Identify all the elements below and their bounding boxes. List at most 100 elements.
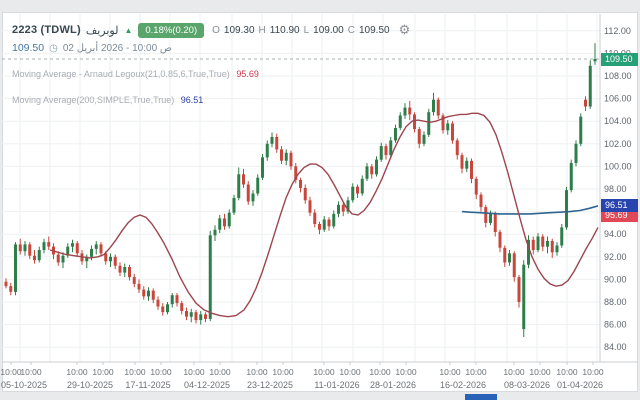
clock-icon: ◷	[49, 43, 58, 54]
date-label: 23-12-2025	[247, 380, 293, 390]
time-label: 10:00	[313, 367, 335, 377]
low-value: 109.00	[313, 25, 344, 36]
candle-body	[556, 246, 559, 253]
candle-body	[584, 100, 587, 107]
candle-body	[161, 307, 164, 313]
settings-gear-icon[interactable]: ⚙	[399, 22, 411, 38]
candle-body	[432, 100, 435, 112]
candle-body	[299, 180, 302, 188]
indicator-row-sma[interactable]: Moving Average(200,SIMPLE,True,True) 96.…	[12, 95, 203, 105]
candle-body	[437, 100, 440, 116]
time-label: 10:00	[92, 367, 114, 377]
candle-body	[28, 244, 31, 255]
candle-body	[499, 232, 502, 248]
close-value: 109.50	[359, 25, 390, 36]
candle-body	[33, 256, 36, 261]
date-label: 04-12-2025	[184, 380, 230, 390]
candle-body	[14, 244, 17, 292]
candle-body	[475, 179, 478, 195]
symbol-legend-row[interactable]: 2223 (TDWL) لوبريف ▲ 0.18%(0.20) O 109.3…	[12, 22, 410, 38]
candle-body	[570, 163, 573, 190]
open-label: O	[212, 25, 220, 36]
candle-body	[252, 194, 255, 202]
candle-body	[19, 244, 22, 251]
price-badge-last: 109.50	[601, 53, 638, 66]
candle-body	[223, 218, 226, 226]
candle-body	[266, 144, 269, 158]
candle-body	[404, 108, 407, 116]
price-axis-label: 98.00	[604, 184, 627, 194]
candle-body	[142, 290, 145, 297]
candle-body	[271, 137, 274, 144]
candle-body	[171, 295, 174, 304]
candle-body	[180, 303, 183, 311]
candle-body	[95, 244, 98, 249]
candle-body	[24, 244, 27, 251]
time-label: 10:00	[465, 367, 487, 377]
date-label: 08-03-2026	[504, 380, 550, 390]
time-label: 10:00	[150, 367, 172, 377]
candle-body	[484, 207, 487, 223]
price-axis-label: 94.00	[604, 229, 627, 239]
candle-body	[508, 253, 511, 262]
scrollbar-thumb[interactable]	[465, 394, 497, 400]
date-label: 29-10-2025	[67, 380, 113, 390]
candle-body	[123, 267, 126, 273]
candle-body	[285, 153, 288, 161]
candle-body	[461, 155, 464, 169]
price-axis-label: 84.00	[604, 342, 627, 352]
candle-body	[138, 284, 141, 290]
candle-body	[9, 286, 12, 292]
candle-body	[575, 144, 578, 163]
candle-body	[62, 256, 65, 263]
price-axis-label: 92.00	[604, 252, 627, 262]
candle-body	[323, 220, 326, 230]
candle-body	[57, 255, 60, 263]
low-label: L	[304, 25, 310, 36]
candle-body	[218, 218, 221, 229]
candle-body	[356, 187, 359, 194]
price-axis-label: 112.00	[604, 26, 631, 36]
candle-body	[418, 129, 421, 144]
chart-canvas[interactable]: 84.0086.0088.0090.0092.0094.0096.0098.00…	[0, 0, 640, 400]
candle-body	[152, 291, 155, 300]
candle-body	[313, 213, 316, 224]
candle-body	[233, 198, 236, 213]
candle-body	[385, 146, 388, 155]
time-label: 10:00	[369, 367, 391, 377]
candle-body	[389, 140, 392, 155]
indicator-row-alma[interactable]: Moving Average - Arnaud Legoux(21,0.85,6…	[12, 69, 259, 79]
price-axis-label: 108.00	[604, 71, 632, 81]
time-label: 10:00	[66, 367, 88, 377]
candle-body	[190, 312, 193, 317]
candle-body	[128, 267, 131, 277]
candlestick-chart[interactable]: 84.0086.0088.0090.0092.0094.0096.0098.00…	[0, 0, 640, 400]
candle-body	[370, 166, 373, 174]
bar-datetime: 02 ص 10:00 - 2026 أبريل	[63, 43, 172, 54]
time-label: 10:00	[209, 367, 231, 377]
date-label: 16-02-2026	[440, 380, 486, 390]
candle-body	[465, 161, 468, 169]
candle-body	[247, 185, 250, 202]
price-axis-label: 104.00	[604, 116, 632, 126]
candle-body	[242, 174, 245, 184]
candle-body	[71, 243, 74, 246]
last-price-value: 109.50	[12, 42, 44, 54]
candle-body	[427, 112, 430, 135]
candle-body	[423, 135, 426, 144]
price-badge-sma: 96.51	[601, 199, 638, 212]
candle-body	[546, 241, 549, 247]
date-label: 28-01-2026	[370, 380, 416, 390]
candle-body	[337, 205, 340, 214]
candle-body	[456, 140, 459, 155]
candle-body	[43, 242, 46, 250]
candle-body	[408, 108, 411, 115]
candle-body	[446, 124, 449, 131]
candle-body	[399, 116, 402, 128]
candle-body	[90, 249, 93, 257]
candle-body	[351, 187, 354, 201]
date-label: 11-01-2026	[314, 380, 359, 390]
indicator-alma-label: Moving Average - Arnaud Legoux(21,0.85,6…	[12, 69, 230, 79]
candle-body	[119, 266, 122, 273]
candle-body	[332, 214, 335, 226]
